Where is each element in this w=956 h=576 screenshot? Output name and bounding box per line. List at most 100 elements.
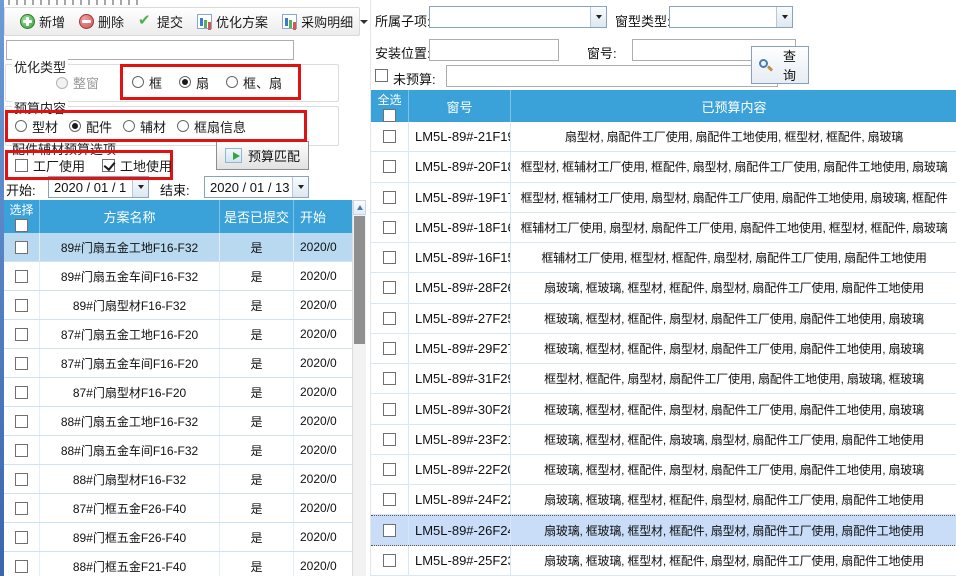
radio-icon[interactable] (179, 76, 191, 88)
header-scheme-name[interactable]: 方案名称 (40, 200, 220, 233)
scheme-row[interactable]: 89#门扇五金工地F16-F32是2020/0 (4, 233, 352, 262)
row-checkbox[interactable] (15, 299, 28, 312)
select-all-checkbox[interactable] (383, 109, 396, 122)
toolbar-button-delete[interactable]: 删除 (72, 8, 131, 35)
header-budgeted-content[interactable]: 已预算内容 (511, 90, 956, 122)
row-checkbox[interactable] (383, 251, 396, 264)
row-checkbox[interactable] (15, 531, 28, 544)
scheme-row[interactable]: 87#门扇五金车间F16-F20是2020/0 (4, 349, 352, 378)
row-checkbox[interactable] (15, 357, 28, 370)
no-budget-checkbox[interactable] (375, 69, 388, 82)
end-date-picker[interactable]: 2020 / 01 / 13 (204, 176, 309, 198)
checkbox-icon[interactable] (102, 159, 115, 172)
row-checkbox[interactable] (383, 372, 396, 385)
scheme-row[interactable]: 87#门扇型材F16-F20是2020/0 (4, 378, 352, 407)
window-row[interactable]: LM5L-89#-26F24扇玻璃, 框玻璃, 框型材, 框配件, 扇型材, 扇… (371, 515, 956, 545)
row-checkbox[interactable] (15, 328, 28, 341)
toolbar-button-add[interactable]: 新增 (13, 8, 72, 35)
row-checkbox[interactable] (383, 493, 396, 506)
checkbox-option-factory-use[interactable]: 工厂使用 (15, 156, 85, 175)
window-row[interactable]: LM5L-89#-22F20框玻璃, 框型材, 框配件, 扇型材, 扇配件工厂使… (371, 455, 956, 485)
end-date-dropdown-button[interactable] (292, 177, 308, 197)
window-row[interactable]: LM5L-89#-25F23扇玻璃, 框玻璃, 框型材, 框配件, 扇型材, 扇… (371, 546, 956, 576)
window-row[interactable]: LM5L-89#-20F18框型材, 框辅材工厂使用, 框配件, 扇型材, 扇配… (371, 152, 956, 182)
radio-icon[interactable] (177, 120, 189, 132)
radio-icon[interactable] (226, 76, 238, 88)
row-checkbox[interactable] (383, 221, 396, 234)
radio-option-frame-sash-info[interactable]: 框扇信息 (177, 117, 246, 136)
row-checkbox[interactable] (383, 433, 396, 446)
window-type-select[interactable] (669, 6, 793, 28)
window-row[interactable]: LM5L-89#-28F26扇玻璃, 框玻璃, 框型材, 框配件, 扇型材, 扇… (371, 273, 956, 303)
scheme-row[interactable]: 87#门扇五金工地F16-F20是2020/0 (4, 320, 352, 349)
window-row[interactable]: LM5L-89#-24F22扇玻璃, 框玻璃, 框型材, 框配件, 扇型材, 扇… (371, 485, 956, 515)
checkbox-option-site-use[interactable]: 工地使用 (102, 156, 172, 175)
row-checkbox[interactable] (15, 473, 28, 486)
header-submitted[interactable]: 是否已提交 (220, 200, 294, 233)
row-checkbox[interactable] (383, 191, 396, 204)
radio-option-frame-sash[interactable]: 框、扇 (226, 73, 282, 92)
budget-match-button[interactable]: 预算匹配 (216, 141, 309, 170)
radio-option-accessory[interactable]: 配件 (69, 117, 112, 136)
radio-option-auxiliary[interactable]: 辅材 (123, 117, 166, 136)
row-checkbox[interactable] (383, 554, 396, 567)
window-row[interactable]: LM5L-89#-18F16框辅材工厂使用, 扇型材, 扇配件工厂使用, 扇配件… (371, 213, 956, 243)
window-row[interactable]: LM5L-89#-30F28框玻璃, 框型材, 框配件, 扇型材, 扇配件工厂使… (371, 394, 956, 424)
row-checkbox[interactable] (15, 415, 28, 428)
radio-icon[interactable] (123, 120, 135, 132)
scheme-row[interactable]: 89#门扇型材F16-F32是2020/0 (4, 291, 352, 320)
scheme-row[interactable]: 88#门扇五金工地F16-F32是2020/0 (4, 407, 352, 436)
radio-icon[interactable] (15, 120, 27, 132)
start-date-dropdown-button[interactable] (132, 177, 148, 197)
radio-icon[interactable] (69, 120, 81, 132)
row-checkbox[interactable] (15, 502, 28, 515)
install-position-input[interactable] (429, 39, 559, 61)
window-type-dropdown-button[interactable] (776, 7, 792, 27)
scheme-row[interactable]: 88#门扇五金车间F16-F32是2020/0 (4, 436, 352, 465)
window-row[interactable]: LM5L-89#-16F15框辅材工厂使用, 框型材, 框配件, 扇型材, 扇配… (371, 243, 956, 273)
radio-option-sash[interactable]: 扇 (179, 73, 209, 92)
window-row[interactable]: LM5L-89#-29F27框玻璃, 框型材, 框配件, 扇型材, 扇配件工厂使… (371, 334, 956, 364)
row-checkbox[interactable] (15, 386, 28, 399)
header-window-no[interactable]: 窗号 (409, 90, 511, 122)
row-checkbox[interactable] (383, 403, 396, 416)
no-budget-input[interactable] (446, 65, 778, 87)
window-row[interactable]: LM5L-89#-19F17框型材, 框辅材工厂使用, 扇型材, 扇配件工厂使用… (371, 183, 956, 213)
row-checkbox[interactable] (383, 281, 396, 294)
scroll-thumb[interactable] (354, 216, 365, 344)
radio-option-profile[interactable]: 型材 (15, 117, 58, 136)
radio-icon[interactable] (56, 77, 68, 89)
checkbox-icon[interactable] (15, 159, 28, 172)
row-checkbox[interactable] (15, 241, 28, 254)
dropdown-caret-icon[interactable] (360, 20, 368, 24)
scheme-row[interactable]: 89#门框五金F26-F40是2020/0 (4, 523, 352, 552)
window-row[interactable]: LM5L-89#-23F21框玻璃, 框型材, 框配件, 扇玻璃, 扇型材, 扇… (371, 425, 956, 455)
row-checkbox[interactable] (383, 130, 396, 143)
toolbar-button-submit[interactable]: 提交 (131, 8, 190, 35)
toolbar-button-purchase-detail[interactable]: 采购明细 (275, 8, 375, 35)
toolbar-button-optimize-plan[interactable]: 优化方案 (190, 8, 275, 35)
scroll-up-button[interactable] (353, 200, 366, 215)
sub-item-select[interactable] (429, 6, 607, 28)
scheme-row[interactable]: 88#门扇型材F16-F32是2020/0 (4, 465, 352, 494)
select-all-checkbox[interactable] (15, 219, 28, 232)
scheme-table-scrollbar[interactable] (352, 200, 366, 576)
window-row[interactable]: LM5L-89#-31F29框型材, 框配件, 扇型材, 扇配件工厂使用, 扇配… (371, 364, 956, 394)
row-checkbox[interactable] (383, 312, 396, 325)
radio-option-frame[interactable]: 框 (132, 73, 162, 92)
scheme-row[interactable]: 88#门框五金F21-F40是2020/0 (4, 552, 352, 576)
row-checkbox[interactable] (15, 444, 28, 457)
scheme-row[interactable]: 87#门框五金F26-F40是2020/0 (4, 494, 352, 523)
header-start-date[interactable]: 开始 (294, 200, 352, 233)
row-checkbox[interactable] (383, 160, 396, 173)
window-row[interactable]: LM5L-89#-27F25框玻璃, 框型材, 框配件, 扇型材, 扇配件工厂使… (371, 304, 956, 334)
row-checkbox[interactable] (383, 463, 396, 476)
window-row[interactable]: LM5L-89#-21F19扇型材, 扇配件工厂使用, 扇配件工地使用, 框型材… (371, 122, 956, 152)
sub-item-dropdown-button[interactable] (590, 7, 606, 27)
row-checkbox[interactable] (15, 270, 28, 283)
row-checkbox[interactable] (383, 524, 396, 537)
query-button[interactable]: 查询 (751, 46, 809, 84)
radio-icon[interactable] (132, 76, 144, 88)
row-checkbox[interactable] (383, 342, 396, 355)
row-checkbox[interactable] (15, 560, 28, 573)
